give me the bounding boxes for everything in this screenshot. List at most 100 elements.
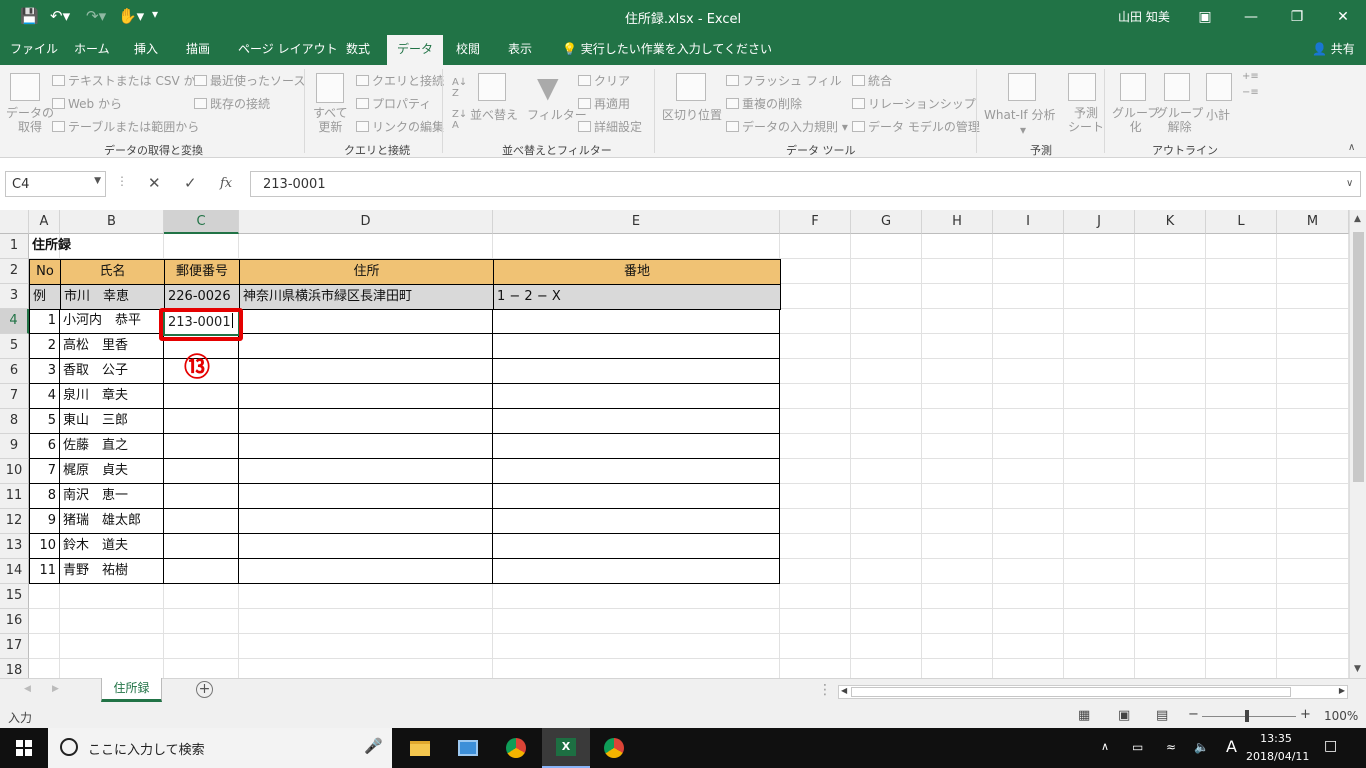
- consolidate-button[interactable]: 統合: [852, 72, 892, 89]
- column-header-j[interactable]: J: [1064, 210, 1135, 234]
- cell[interactable]: [493, 234, 780, 259]
- scroll-left-icon[interactable]: ◀: [841, 686, 847, 695]
- cell[interactable]: [780, 584, 851, 609]
- entry-name-cell[interactable]: 東山 三郎: [60, 409, 164, 434]
- cell[interactable]: [851, 559, 922, 584]
- entry-number-cell[interactable]: 3: [29, 359, 60, 384]
- collapse-ribbon-icon[interactable]: ∧: [1348, 142, 1355, 153]
- row-header[interactable]: 2: [0, 259, 29, 284]
- row-header[interactable]: 9: [0, 434, 29, 459]
- sheet-scroll-right-icon[interactable]: ▶: [52, 684, 59, 694]
- cell[interactable]: [1206, 409, 1277, 434]
- data-validation-button[interactable]: データの入力規則 ▾: [726, 118, 848, 135]
- column-header-e[interactable]: E: [493, 210, 780, 234]
- remove-duplicates-button[interactable]: 重複の削除: [726, 95, 802, 112]
- cell[interactable]: [1135, 534, 1206, 559]
- row-header[interactable]: 17: [0, 634, 29, 659]
- cell[interactable]: [239, 634, 493, 659]
- example-row-cell[interactable]: 226-0026: [164, 284, 240, 310]
- control-panel-icon[interactable]: [444, 728, 492, 768]
- action-center-icon[interactable]: □: [1324, 738, 1337, 754]
- cell[interactable]: [993, 584, 1064, 609]
- cell[interactable]: [29, 609, 60, 634]
- cell[interactable]: [780, 634, 851, 659]
- entry-empty-cell[interactable]: [164, 534, 239, 559]
- cell[interactable]: [922, 634, 993, 659]
- cell[interactable]: [1206, 309, 1277, 334]
- cell[interactable]: [1206, 259, 1277, 284]
- table-header-cell[interactable]: 郵便番号: [164, 259, 240, 285]
- cell[interactable]: [1277, 359, 1349, 384]
- expand-formula-icon[interactable]: ∨: [1346, 178, 1353, 189]
- page-break-preview-icon[interactable]: ▤: [1156, 708, 1168, 723]
- cell[interactable]: [993, 259, 1064, 284]
- share-button[interactable]: 👤 共有: [1312, 40, 1355, 57]
- entry-name-cell[interactable]: 猪瑞 雄太郎: [60, 509, 164, 534]
- cell[interactable]: [1064, 584, 1135, 609]
- cell[interactable]: [1277, 384, 1349, 409]
- cell[interactable]: [1206, 284, 1277, 309]
- cell[interactable]: [993, 659, 1064, 678]
- cell[interactable]: [851, 284, 922, 309]
- entry-empty-cell[interactable]: [164, 509, 239, 534]
- entry-empty-cell[interactable]: [164, 484, 239, 509]
- sheet-tab-address-book[interactable]: 住所録: [101, 678, 162, 702]
- cell[interactable]: [1064, 334, 1135, 359]
- zoom-slider[interactable]: [1202, 716, 1296, 717]
- cell[interactable]: [493, 634, 780, 659]
- sort-descending-icon[interactable]: Z↓ A: [452, 109, 467, 131]
- user-name[interactable]: 山田 知美: [1118, 8, 1170, 25]
- entry-empty-cell[interactable]: [239, 309, 493, 334]
- cell[interactable]: [993, 334, 1064, 359]
- cell[interactable]: [164, 234, 239, 259]
- cell[interactable]: [1064, 259, 1135, 284]
- cell[interactable]: [1135, 634, 1206, 659]
- entry-number-cell[interactable]: 4: [29, 384, 60, 409]
- subtotal-button[interactable]: 小計: [1206, 106, 1230, 123]
- flash-fill-button[interactable]: フラッシュ フィル: [726, 72, 842, 89]
- cell[interactable]: [922, 459, 993, 484]
- cell[interactable]: [1064, 409, 1135, 434]
- entry-number-cell[interactable]: 7: [29, 459, 60, 484]
- scroll-down-icon[interactable]: ▼: [1354, 664, 1361, 674]
- column-header-h[interactable]: H: [922, 210, 993, 234]
- formula-input[interactable]: 213-0001: [250, 171, 1361, 197]
- cell[interactable]: [851, 334, 922, 359]
- entry-empty-cell[interactable]: [493, 559, 780, 584]
- row-header[interactable]: 5: [0, 334, 29, 359]
- cell[interactable]: [1277, 534, 1349, 559]
- scroll-right-icon[interactable]: ▶: [1339, 686, 1345, 695]
- cell[interactable]: [851, 409, 922, 434]
- column-header-m[interactable]: M: [1277, 210, 1349, 234]
- cell[interactable]: [922, 484, 993, 509]
- entry-empty-cell[interactable]: [164, 409, 239, 434]
- entry-empty-cell[interactable]: [239, 434, 493, 459]
- cell[interactable]: [780, 259, 851, 284]
- battery-icon[interactable]: ▭: [1132, 740, 1143, 754]
- cell[interactable]: [1277, 234, 1349, 259]
- table-header-cell[interactable]: 氏名: [60, 259, 165, 285]
- row-header[interactable]: 6: [0, 359, 29, 384]
- cell[interactable]: [851, 584, 922, 609]
- horizontal-scrollbar[interactable]: ◀ ▶: [838, 685, 1348, 699]
- cell[interactable]: [780, 384, 851, 409]
- row-header[interactable]: 7: [0, 384, 29, 409]
- entry-empty-cell[interactable]: [239, 509, 493, 534]
- cell[interactable]: [1064, 309, 1135, 334]
- cell[interactable]: [1135, 434, 1206, 459]
- entry-empty-cell[interactable]: [239, 534, 493, 559]
- entry-empty-cell[interactable]: [493, 359, 780, 384]
- entry-empty-cell[interactable]: [239, 459, 493, 484]
- cell[interactable]: [1206, 359, 1277, 384]
- name-box[interactable]: C4 ▼: [5, 171, 106, 197]
- column-header-f[interactable]: F: [780, 210, 851, 234]
- cell[interactable]: [851, 609, 922, 634]
- column-header-a[interactable]: A: [29, 210, 60, 234]
- enter-icon[interactable]: ✓: [184, 174, 197, 192]
- cell[interactable]: [60, 659, 164, 678]
- cell[interactable]: [851, 459, 922, 484]
- cell[interactable]: [1064, 634, 1135, 659]
- entry-empty-cell[interactable]: [493, 309, 780, 334]
- normal-view-icon[interactable]: ▦: [1078, 708, 1090, 723]
- entry-name-cell[interactable]: 南沢 恵一: [60, 484, 164, 509]
